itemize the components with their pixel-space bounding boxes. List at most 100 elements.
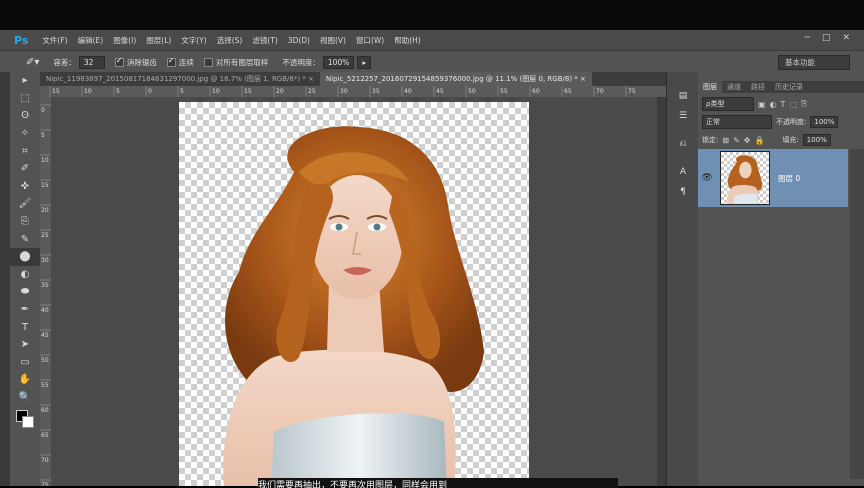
tab-history[interactable]: 历史记录: [770, 81, 808, 93]
shape-tool-icon[interactable]: ▭: [10, 354, 40, 372]
antialias-checkbox[interactable]: [114, 56, 124, 67]
lock-label: 锁定:: [702, 136, 719, 144]
top-black-bar: [0, 0, 864, 30]
paragraph-panel-icon[interactable]: ¶: [667, 182, 699, 202]
contiguous-checkbox[interactable]: [166, 56, 176, 67]
ruler-tick-label: 55: [41, 382, 49, 389]
minimize-button[interactable]: ─: [805, 33, 810, 43]
close-tab-icon[interactable]: ×: [308, 75, 314, 83]
menu-bar: Ps 文件(F) 编辑(E) 图像(I) 图层(L) 文字(Y) 选择(S) 滤…: [0, 30, 864, 50]
maximize-button[interactable]: □: [822, 33, 831, 43]
menu-type[interactable]: 文字(Y): [181, 35, 206, 46]
layer-row[interactable]: 👁 图层 0: [698, 149, 848, 207]
canvas-area[interactable]: [51, 97, 666, 486]
menu-edit[interactable]: 编辑(E): [78, 35, 104, 46]
menu-window[interactable]: 窗口(W): [356, 35, 384, 46]
lock-move-icon[interactable]: ✥: [744, 136, 751, 145]
eyedropper-tool-icon[interactable]: ✐: [10, 160, 40, 178]
blur-tool-icon[interactable]: ⬬: [10, 283, 40, 301]
document-tab-1[interactable]: Nipic_11983897_20150817184631297000.jpg …: [40, 72, 320, 86]
menu-select[interactable]: 选择(S): [217, 35, 243, 46]
tab-channels[interactable]: 通道: [722, 81, 746, 93]
path-select-tool-icon[interactable]: ➤: [10, 336, 40, 354]
tolerance-label: 容差：: [53, 57, 76, 67]
sample-all-checkbox[interactable]: [203, 57, 213, 67]
blend-mode-select[interactable]: 正常: [702, 115, 772, 129]
type-tool-icon[interactable]: T: [10, 318, 40, 336]
marquee-tool-icon[interactable]: ⬚: [10, 90, 40, 108]
hand-tool-icon[interactable]: ✋: [10, 371, 40, 389]
menu-filter[interactable]: 滤镜(T): [252, 35, 277, 46]
tab-layers[interactable]: 图层: [698, 81, 722, 93]
tolerance-input[interactable]: 32: [78, 55, 105, 69]
close-tab-icon[interactable]: ×: [580, 75, 586, 83]
options-bar: ✐▾ 容差： 32 消除锯齿 连续 对所有图层取样 不透明度： 100% ▸ 基…: [0, 50, 864, 74]
menu-image[interactable]: 图像(I): [113, 35, 136, 46]
zoom-tool-icon[interactable]: 🔍: [10, 389, 40, 407]
layer-filter-row: ρ类型 ▣ ◐ T ⬚ ⎘: [698, 95, 864, 113]
ruler-tick-label: 70: [41, 457, 49, 464]
ruler-tick-label: 50: [41, 357, 49, 364]
vertical-scrollbar[interactable]: [657, 97, 666, 486]
pen-tool-icon[interactable]: ✒: [10, 301, 40, 319]
history-brush-tool-icon[interactable]: ✎: [10, 230, 40, 248]
menu-file[interactable]: 文件(F): [42, 35, 67, 46]
opacity-input[interactable]: 100%: [322, 55, 355, 69]
lock-transparent-icon[interactable]: ⊠: [722, 136, 729, 145]
opacity-dropdown[interactable]: ▸: [357, 55, 372, 69]
history-panel-icon[interactable]: ▤: [667, 86, 699, 106]
menu-3d[interactable]: 3D(D): [288, 36, 310, 45]
background-color-swatch[interactable]: [22, 416, 34, 429]
magic-eraser-tool-preset[interactable]: ✐▾: [26, 57, 39, 68]
menu-layer[interactable]: 图层(L): [146, 35, 171, 46]
menu-view[interactable]: 视图(V): [320, 35, 346, 46]
filter-pixel-icon[interactable]: ▣: [758, 100, 766, 109]
stamp-tool-icon[interactable]: ⎘: [10, 213, 40, 231]
lock-all-icon[interactable]: 🔒: [754, 136, 764, 145]
quick-select-tool-icon[interactable]: ✧: [10, 125, 40, 143]
close-button[interactable]: ✕: [842, 33, 850, 43]
properties-panel-icon[interactable]: ☰: [667, 106, 699, 126]
lock-brush-icon[interactable]: ✎: [733, 136, 740, 145]
antialias-group[interactable]: 消除锯齿: [114, 56, 157, 68]
tolerance-group: 容差： 32: [53, 55, 105, 69]
fill-input[interactable]: 100%: [802, 134, 831, 146]
crop-tool-icon[interactable]: ⌗: [10, 142, 40, 160]
filter-shape-icon[interactable]: ⬚: [789, 100, 797, 109]
layers-panel-scrollbar[interactable]: [850, 149, 864, 479]
filter-smart-icon[interactable]: ⎘: [801, 99, 807, 109]
window-controls: ─ □ ✕: [805, 33, 850, 43]
tools-panel: ▸ ⬚ ʘ ✧ ⌗ ✐ ✜ 🖌 ⎘ ✎ ⬤ ◐ ⬬ ✒ T ➤ ▭ ✋ 🔍: [10, 72, 41, 486]
workspace-select[interactable]: 基本功能: [778, 55, 850, 70]
brush-tool-icon[interactable]: 🖌: [10, 195, 40, 213]
lasso-tool-icon[interactable]: ʘ: [10, 107, 40, 125]
tab-paths[interactable]: 路径: [746, 81, 770, 93]
tool-presets-icon[interactable]: ⎌: [667, 134, 699, 154]
layer-opacity-input[interactable]: 100%: [810, 116, 839, 128]
gradient-tool-icon[interactable]: ◐: [10, 266, 40, 284]
ruler-tick-label: 60: [532, 88, 540, 95]
document-tab-2[interactable]: Nipic_5212257_20160729154859376000.jpg @…: [319, 72, 592, 86]
ruler-tick-label: 45: [436, 88, 444, 95]
panel-tabs: 图层 通道 路径 历史记录: [698, 81, 864, 93]
color-swatches[interactable]: [10, 406, 40, 432]
move-tool-icon[interactable]: ▸: [10, 72, 40, 90]
layer-filter-select[interactable]: ρ类型: [702, 97, 754, 111]
filter-type-icon[interactable]: T: [781, 100, 786, 109]
contiguous-group[interactable]: 连续: [166, 56, 194, 68]
filter-adjust-icon[interactable]: ◐: [770, 100, 777, 109]
eraser-tool-icon[interactable]: ⬤: [10, 247, 40, 266]
ruler-tick-label: 25: [41, 232, 49, 239]
character-panel-icon[interactable]: A: [667, 162, 699, 182]
menu-help[interactable]: 帮助(H): [394, 35, 421, 46]
layer-name[interactable]: 图层 0: [778, 173, 800, 184]
ruler-tick-label: 15: [41, 182, 49, 189]
portrait-woman-image: [223, 126, 485, 486]
fill-label: 填充:: [782, 136, 799, 144]
eye-icon[interactable]: 👁: [698, 173, 716, 183]
healing-tool-icon[interactable]: ✜: [10, 178, 40, 196]
ruler-tick-label: 55: [500, 88, 508, 95]
ruler-tick-label: 5: [180, 88, 184, 95]
document-canvas[interactable]: [179, 102, 529, 486]
sample-all-group[interactable]: 对所有图层取样: [203, 57, 268, 68]
